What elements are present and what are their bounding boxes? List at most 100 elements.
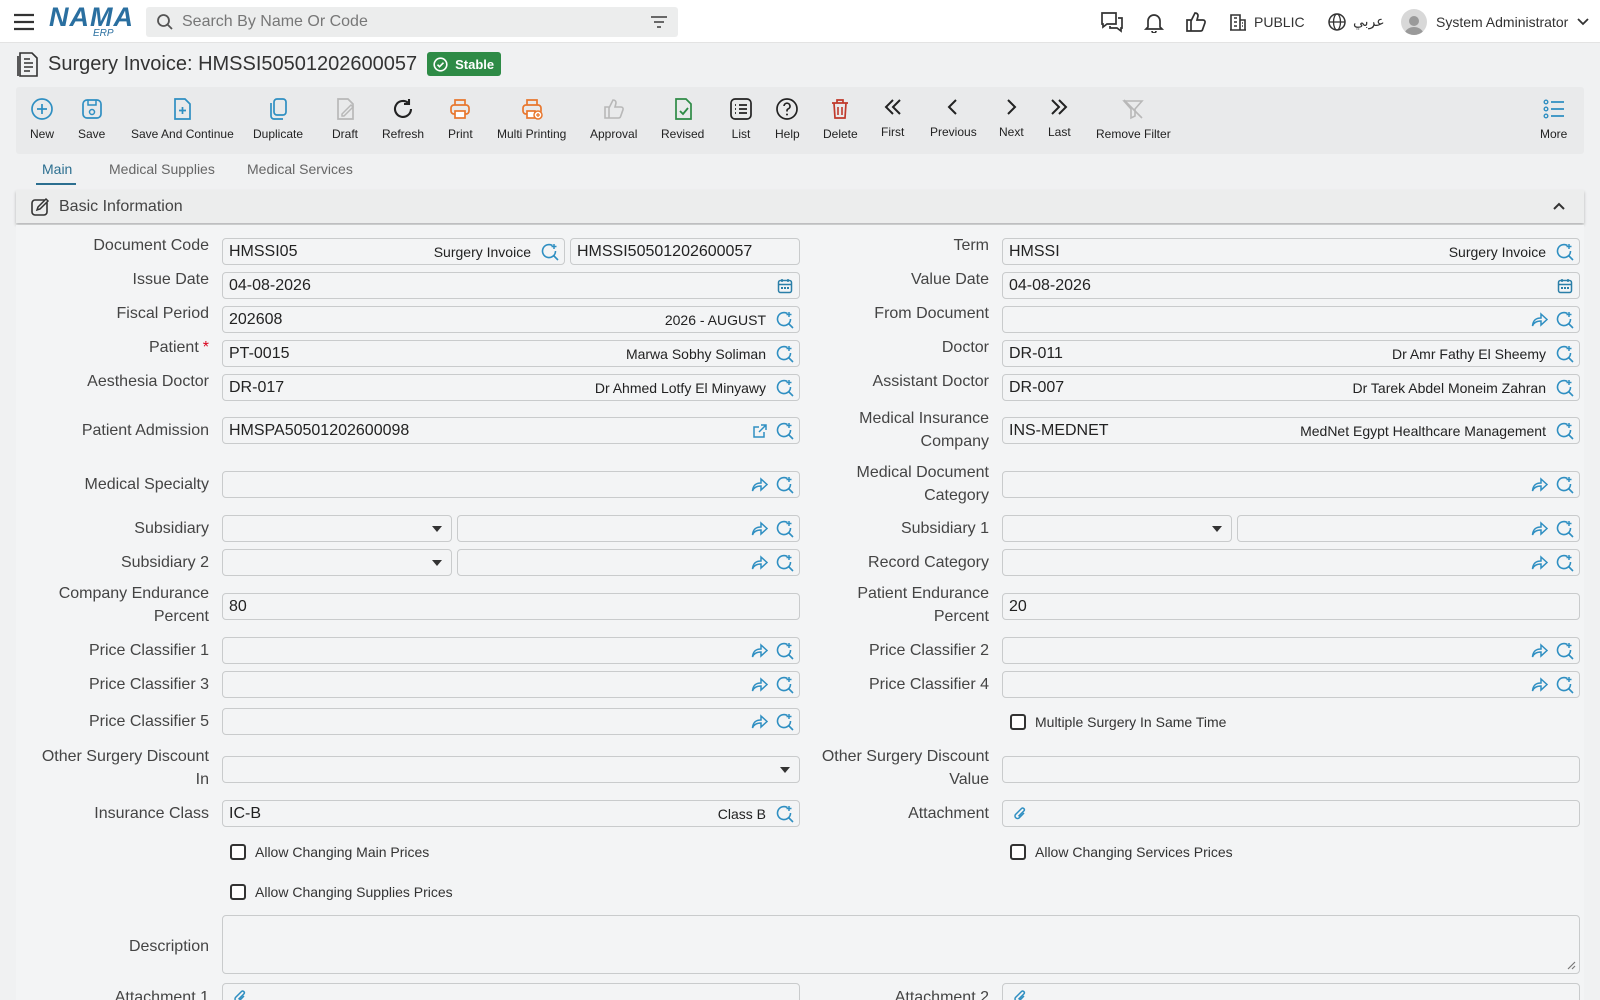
subsidiary-1-type-select[interactable] [1002, 515, 1232, 542]
medical-specialty-field[interactable] [222, 471, 800, 498]
save-button[interactable]: Save [78, 87, 105, 154]
tab-medical-supplies[interactable]: Medical Supplies [109, 161, 215, 177]
subsidiary-1-field[interactable] [1237, 515, 1580, 542]
tab-medical-services[interactable]: Medical Services [247, 161, 353, 177]
language-selector[interactable]: عربي [1327, 0, 1385, 43]
bell-icon[interactable] [1143, 0, 1165, 43]
other-surgery-discount-value-field[interactable] [1002, 756, 1580, 783]
calendar-icon[interactable] [1554, 275, 1576, 297]
last-button[interactable]: Last [1048, 87, 1071, 154]
from-document-field[interactable] [1002, 306, 1580, 333]
approval-button[interactable]: Approval [590, 87, 637, 154]
delete-button[interactable]: Delete [823, 87, 858, 154]
share-arrow-icon[interactable] [1529, 674, 1551, 696]
search-lookup-icon[interactable] [1554, 474, 1576, 496]
chat-icon[interactable] [1100, 0, 1124, 43]
description-textarea[interactable] [222, 915, 1580, 974]
external-link-icon[interactable] [749, 420, 771, 442]
search-lookup-icon[interactable] [1554, 377, 1576, 399]
search-lookup-icon[interactable] [774, 674, 796, 696]
search-lookup-icon[interactable] [774, 803, 796, 825]
search-lookup-icon[interactable] [774, 552, 796, 574]
share-arrow-icon[interactable] [749, 552, 771, 574]
tab-main[interactable]: Main [42, 161, 72, 177]
search-lookup-icon[interactable] [774, 343, 796, 365]
medical-document-category-field[interactable] [1002, 471, 1580, 498]
share-arrow-icon[interactable] [749, 474, 771, 496]
doctor-field[interactable]: DR-011 Dr Amr Fathy El Sheemy [1002, 340, 1580, 367]
search-bar[interactable]: Search By Name Or Code [146, 7, 678, 37]
search-lookup-icon[interactable] [1554, 420, 1576, 442]
price-classifier-4-field[interactable] [1002, 671, 1580, 698]
user-menu[interactable]: System Administrator [1401, 0, 1589, 43]
assistant-doctor-field[interactable]: DR-007 Dr Tarek Abdel Moneim Zahran [1002, 374, 1580, 401]
patient-endurance-percent-field[interactable]: 20 [1002, 593, 1580, 620]
checkbox-box[interactable] [1010, 714, 1026, 730]
insurance-class-field[interactable]: IC-B Class B [222, 800, 800, 827]
search-lookup-icon[interactable] [774, 309, 796, 331]
checkbox-box[interactable] [230, 844, 246, 860]
share-arrow-icon[interactable] [1529, 518, 1551, 540]
issue-date-field[interactable]: 04-08-2026 [222, 272, 800, 299]
calendar-icon[interactable] [774, 275, 796, 297]
save-and-continue-button[interactable]: Save And Continue [131, 87, 234, 154]
section-header-basic-information[interactable]: Basic Information [16, 190, 1584, 223]
revised-button[interactable]: Revised [661, 87, 704, 154]
allow-changing-main-prices-checkbox[interactable]: Allow Changing Main Prices [230, 844, 429, 860]
allow-changing-services-prices-checkbox[interactable]: Allow Changing Services Prices [1010, 844, 1233, 860]
attachment-1-field[interactable] [222, 983, 800, 1000]
paperclip-icon[interactable] [1009, 803, 1031, 825]
search-lookup-icon[interactable] [774, 711, 796, 733]
term-field[interactable]: HMSSI Surgery Invoice [1002, 238, 1580, 265]
search-lookup-icon[interactable] [774, 377, 796, 399]
previous-button[interactable]: Previous [930, 87, 977, 154]
refresh-button[interactable]: Refresh [382, 87, 424, 154]
checkbox-box[interactable] [230, 884, 246, 900]
multiple-surgery-checkbox[interactable]: Multiple Surgery In Same Time [1010, 714, 1226, 730]
new-button[interactable]: New [30, 87, 54, 154]
paperclip-icon[interactable] [1009, 986, 1031, 1000]
patient-field[interactable]: PT-0015 Marwa Sobhy Soliman [222, 340, 800, 367]
fiscal-period-field[interactable]: 202608 2026 - AUGUST [222, 306, 800, 333]
multi-printing-button[interactable]: Multi Printing [497, 87, 566, 154]
share-arrow-icon[interactable] [1529, 309, 1551, 331]
share-arrow-icon[interactable] [749, 674, 771, 696]
list-button[interactable]: List [729, 87, 753, 154]
patient-admission-field[interactable]: HMSPA50501202600098 [222, 417, 800, 444]
other-surgery-discount-in-select[interactable] [222, 756, 800, 783]
attachment-field[interactable] [1002, 800, 1580, 827]
search-lookup-icon[interactable] [774, 518, 796, 540]
price-classifier-5-field[interactable] [222, 708, 800, 735]
search-lookup-icon[interactable] [1554, 241, 1576, 263]
remove-filter-button[interactable]: Remove Filter [1096, 87, 1171, 154]
search-lookup-icon[interactable] [1554, 640, 1576, 662]
search-lookup-icon[interactable] [1554, 309, 1576, 331]
more-button[interactable]: More [1540, 87, 1567, 154]
next-button[interactable]: Next [999, 87, 1024, 154]
search-lookup-icon[interactable] [1554, 674, 1576, 696]
print-button[interactable]: Print [448, 87, 473, 154]
duplicate-button[interactable]: Duplicate [253, 87, 303, 154]
search-input[interactable]: Search By Name Or Code [182, 13, 650, 31]
draft-button[interactable]: Draft [332, 87, 358, 154]
checkbox-box[interactable] [1010, 844, 1026, 860]
share-arrow-icon[interactable] [1529, 640, 1551, 662]
subsidiary-2-type-select[interactable] [222, 549, 452, 576]
chevron-up-icon[interactable] [1552, 199, 1566, 213]
filter-icon[interactable] [650, 15, 668, 29]
subsidiary-type-select[interactable] [222, 515, 452, 542]
price-classifier-3-field[interactable] [222, 671, 800, 698]
search-lookup-icon[interactable] [1554, 343, 1576, 365]
search-lookup-icon[interactable] [539, 241, 561, 263]
company-selector[interactable]: PUBLIC [1228, 0, 1305, 43]
attachment-2-field[interactable] [1002, 983, 1580, 1000]
share-arrow-icon[interactable] [749, 640, 771, 662]
share-arrow-icon[interactable] [1529, 552, 1551, 574]
subsidiary-field[interactable] [457, 515, 800, 542]
document-code-field[interactable]: HMSSI05 Surgery Invoice [222, 238, 565, 265]
thumbs-up-icon[interactable] [1184, 0, 1208, 43]
share-arrow-icon[interactable] [1529, 474, 1551, 496]
price-classifier-2-field[interactable] [1002, 637, 1580, 664]
allow-changing-supplies-prices-checkbox[interactable]: Allow Changing Supplies Prices [230, 884, 453, 900]
search-lookup-icon[interactable] [774, 420, 796, 442]
